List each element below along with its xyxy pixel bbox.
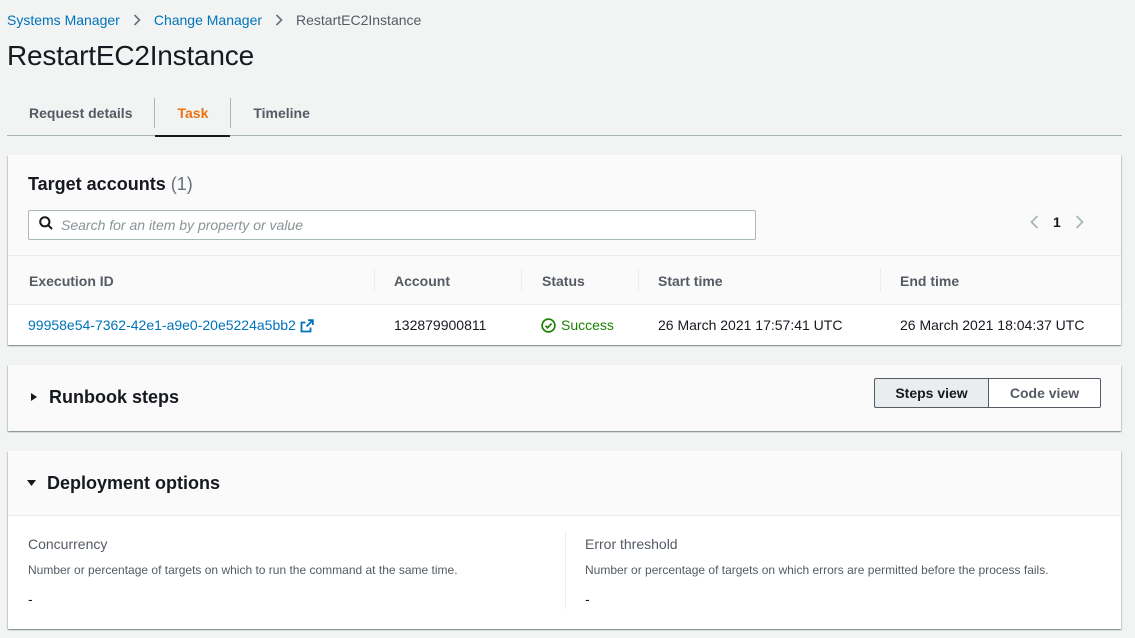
column-divider — [880, 268, 881, 292]
breadcrumb-change-manager[interactable]: Change Manager — [154, 12, 262, 28]
tab-timeline[interactable]: Timeline — [231, 90, 332, 136]
code-view-button[interactable]: Code view — [988, 378, 1101, 408]
column-divider — [374, 268, 375, 292]
tab-task[interactable]: Task — [155, 90, 231, 137]
column-divider — [521, 268, 522, 292]
column-divider — [638, 268, 639, 292]
table-row: 99958e54-7362-42e1-a9e0-20e5224a5bb2 132… — [8, 305, 1121, 345]
caret-down-icon — [26, 475, 37, 493]
start-time-cell: 26 March 2021 17:57:41 UTC — [658, 317, 843, 333]
page-title: RestartEC2Instance — [7, 40, 254, 71]
next-page-icon[interactable] — [1075, 215, 1084, 229]
column-header-start-time[interactable]: Start time — [658, 273, 723, 289]
chevron-right-icon — [275, 14, 283, 26]
search-icon — [39, 215, 53, 235]
search-input[interactable] — [61, 217, 731, 233]
tab-request-details[interactable]: Request details — [7, 90, 154, 136]
runbook-steps-title: Runbook steps — [49, 387, 180, 407]
search-box[interactable] — [28, 210, 756, 240]
error-threshold-value: - — [585, 591, 590, 607]
deployment-options-header: Deployment options — [8, 451, 1121, 516]
runbook-steps-toggle[interactable]: Runbook steps — [29, 387, 179, 408]
column-header-account[interactable]: Account — [394, 273, 450, 289]
end-time-cell: 26 March 2021 18:04:37 UTC — [900, 317, 1085, 333]
target-accounts-header: Target accounts (1) 1 Execution ID Accou… — [8, 155, 1121, 305]
status-text: Success — [561, 317, 614, 333]
external-link-icon[interactable] — [300, 319, 314, 336]
column-divider — [565, 531, 566, 609]
deployment-options-toggle[interactable]: Deployment options — [26, 473, 220, 494]
deployment-options-title: Deployment options — [47, 473, 221, 493]
concurrency-value: - — [28, 591, 33, 607]
previous-page-icon[interactable] — [1030, 215, 1039, 229]
chevron-right-icon — [133, 14, 141, 26]
concurrency-description: Number or percentage of targets on which… — [28, 563, 458, 577]
error-threshold-field: Error threshold Number or percentage of … — [585, 536, 1049, 607]
breadcrumb-systems-manager[interactable]: Systems Manager — [7, 12, 120, 28]
execution-id-cell: 99958e54-7362-42e1-a9e0-20e5224a5bb2 — [28, 317, 314, 336]
execution-id-link[interactable]: 99958e54-7362-42e1-a9e0-20e5224a5bb2 — [28, 317, 296, 333]
target-accounts-title: Target accounts (1) — [28, 174, 193, 195]
steps-view-button[interactable]: Steps view — [874, 378, 988, 408]
breadcrumb: Systems Manager Change Manager RestartEC… — [7, 12, 421, 28]
pagination: 1 — [1030, 214, 1084, 230]
column-header-end-time[interactable]: End time — [900, 273, 959, 289]
success-check-icon — [541, 317, 556, 333]
target-accounts-count: (1) — [170, 174, 193, 194]
column-header-execution-id[interactable]: Execution ID — [29, 273, 114, 289]
concurrency-field: Concurrency Number or percentage of targ… — [28, 536, 458, 607]
concurrency-label: Concurrency — [28, 536, 108, 552]
deployment-options-panel: Deployment options Concurrency Number or… — [8, 451, 1121, 629]
target-accounts-title-text: Target accounts — [28, 174, 166, 194]
column-header-status[interactable]: Status — [542, 273, 585, 289]
view-toggle: Steps view Code view — [874, 378, 1101, 408]
error-threshold-description: Number or percentage of targets on which… — [585, 563, 1049, 577]
caret-right-icon — [29, 389, 39, 407]
account-cell: 132879900811 — [394, 317, 487, 333]
breadcrumb-current: RestartEC2Instance — [296, 12, 422, 28]
tab-bar: Request details Task Timeline — [7, 90, 1122, 137]
runbook-steps-panel: Runbook steps Steps view Code view — [8, 365, 1121, 431]
target-accounts-panel: Target accounts (1) 1 Execution ID Accou… — [8, 155, 1121, 345]
status-cell: Success — [541, 317, 614, 333]
page-number[interactable]: 1 — [1053, 214, 1061, 230]
table-header: Execution ID Account Status Start time E… — [8, 255, 1121, 305]
error-threshold-label: Error threshold — [585, 536, 678, 552]
